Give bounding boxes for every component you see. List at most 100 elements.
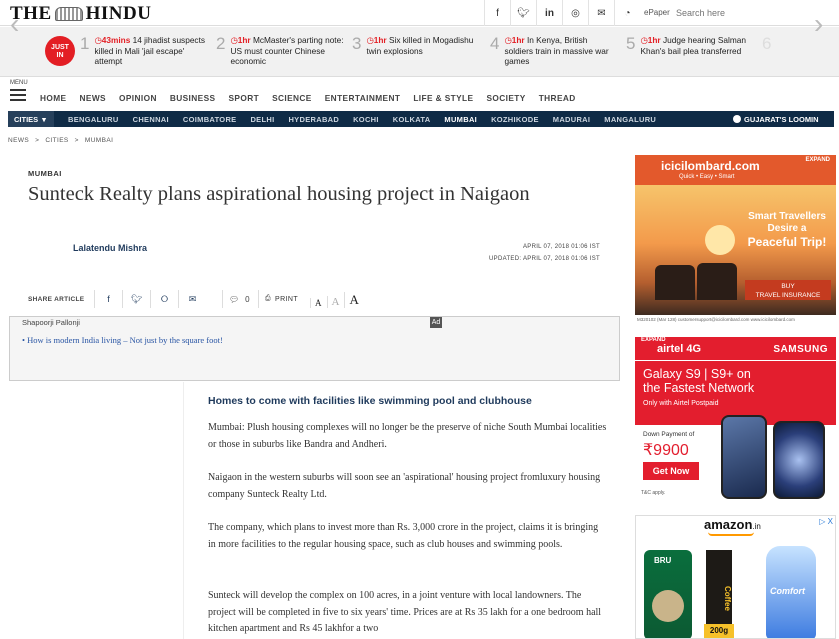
nav-item-opinion[interactable]: OPINION [119,93,157,103]
gujarat-promo-link[interactable]: GUJARAT'S LOOMIN [729,111,834,127]
font-large-button[interactable]: A [344,292,359,308]
mail-icon[interactable]: ✉ [588,0,614,26]
linkedin-icon[interactable]: in [536,0,562,26]
article-title: Sunteck Realty plans aspirational housin… [28,183,530,205]
share-twitter-icon[interactable]: 🐦︎ [122,290,150,308]
ad-expand-button[interactable]: EXPAND [805,157,830,163]
share-facebook-icon[interactable]: f [94,290,122,308]
site-logo[interactable]: THE HINDU [10,3,151,25]
city-kolkata[interactable]: KOLKATA [393,115,431,124]
printer-icon: ⎙ [265,295,271,302]
cities-bar: CITIES ▾ BENGALURU CHENNAI COIMBATORE DE… [8,111,834,127]
ticker-item[interactable]: 3 1hr Six killed in Mogadishu twin explo… [352,35,480,71]
city-bengaluru[interactable]: BENGALURU [68,115,119,124]
font-medium-button[interactable]: A [326,296,339,308]
samsung-logo: SAMSUNG [773,344,828,355]
breadcrumb-separator: > [74,137,79,144]
logo-text-hindu: HINDU [85,3,152,24]
ad-price: ₹9900 [643,442,689,459]
nav-item-home[interactable]: HOME [40,93,67,103]
sponsor-name: Shapoorji Pallonji [22,318,80,327]
cities-dropdown[interactable]: CITIES ▾ [8,111,54,127]
nav-item-science[interactable]: SCIENCE [272,93,312,103]
product-coffee[interactable]: Coffee 200g [704,550,734,638]
city-hyderabad[interactable]: HYDERABAD [288,115,339,124]
share-email-icon[interactable]: ✉ [178,290,206,308]
airtel-samsung-ad[interactable]: EXPAND airtel 4G SAMSUNG Galaxy S9 | S9+… [635,337,836,502]
comment-icon: 💬︎ [229,294,240,304]
product-comfort[interactable]: Comfort [766,546,816,638]
main-nav: HOME NEWS OPINION BUSINESS SPORT SCIENCE… [40,93,576,103]
rss-icon[interactable]: ◔ [614,0,640,26]
breadcrumb-cities[interactable]: CITIES [45,137,68,144]
coffee-cup-icon [652,590,684,622]
breadcrumb-news[interactable]: NEWS [8,137,29,144]
phone-front-image [773,421,825,499]
section-label[interactable]: MUMBAI [28,169,62,178]
ad-choices-icon[interactable]: Ad [430,317,442,328]
amazon-ad[interactable]: amazon.in ▷ X BRU Coffee 200g Comfort [635,515,836,639]
facebook-icon[interactable]: f [484,0,510,26]
breadcrumb-mumbai[interactable]: MUMBAI [85,137,113,144]
just-in-badge: JUST IN [45,36,75,66]
city-mumbai[interactable]: MUMBAI [444,115,477,124]
ticker-item[interactable]: 5 1hr Judge hearing Salman Khan's bail p… [626,35,754,71]
city-list: BENGALURU CHENNAI COIMBATORE DELHI HYDER… [68,115,656,124]
publish-date: APRIL 07, 2018 01:06 IST [522,244,600,250]
article-subhead: Homes to come with facilities like swimm… [208,395,532,407]
ad-close-icon[interactable]: ▷ X [819,517,833,526]
city-madurai[interactable]: MADURAI [553,115,591,124]
airtel-logo: airtel 4G [657,343,702,355]
city-kochi[interactable]: KOCHI [353,115,379,124]
breadcrumb-separator: > [35,137,40,144]
nav-item-entertainment[interactable]: ENTERTAINMENT [325,93,401,103]
epaper-link[interactable]: ePaper [644,8,670,17]
search-input[interactable] [670,4,832,22]
print-button[interactable]: ⎙ PRINT [258,290,298,308]
icici-lombard-ad[interactable]: icicilombard.com Quick • Easy • Smart EX… [635,155,836,325]
sponsored-link[interactable]: How is modern India living – Not just by… [22,335,223,345]
article-paragraph: The company, which plans to invest more … [208,522,599,550]
nav-item-life-style[interactable]: LIFE & STYLE [413,93,473,103]
ticker-item[interactable]: 1 43mins 14 jihadist suspects killed in … [80,35,208,71]
nav-item-society[interactable]: SOCIETY [486,93,525,103]
amazon-smile-icon [708,532,754,536]
comment-count: 0 [245,294,250,304]
instagram-icon[interactable]: ◎ [562,0,588,26]
buy-travel-insurance-button[interactable]: BUY TRAVEL INSURANCE [745,280,831,300]
comments-button[interactable]: 💬︎ 0 [222,290,250,308]
phone-back-image [721,415,767,499]
product-bru[interactable]: BRU [644,550,692,638]
city-coimbatore[interactable]: COIMBATORE [183,115,237,124]
font-size-controls: A A A [310,290,359,308]
nav-item-thread[interactable]: THREAD [539,93,576,103]
ad-brand: icicilombard.com [661,159,760,173]
chevron-left-icon[interactable]: ‹ [10,10,19,38]
ticker-item[interactable]: 2 1hr McMaster's parting note: US must c… [216,35,344,71]
city-kozhikode[interactable]: KOZHIKODE [491,115,539,124]
city-chennai[interactable]: CHENNAI [133,115,169,124]
font-small-button[interactable]: A [310,298,322,308]
article-paragraph: Naigaon in the western suburbs will soon… [208,472,601,500]
ticker-item[interactable]: 4 1hr In Kenya, British soldiers train i… [490,35,618,71]
nav-item-news[interactable]: NEWS [80,93,107,103]
nav-item-sport[interactable]: SPORT [228,93,259,103]
menu-label: MENU [10,80,28,86]
article-paragraph: Sunteck will develop the complex on 100 … [208,590,602,634]
breadcrumb: NEWS > CITIES > MUMBAI [8,137,113,144]
author-link[interactable]: Lalatendu Mishra [73,243,147,253]
get-now-button[interactable]: Get Now [643,462,699,480]
hamburger-menu-icon[interactable] [10,89,26,101]
promo-dot-icon [733,115,741,123]
twitter-icon[interactable]: 🐦︎ [510,0,536,26]
city-delhi[interactable]: DELHI [250,115,274,124]
nav-item-business[interactable]: BUSINESS [170,93,216,103]
amazon-logo: amazon.in [704,517,761,532]
chevron-down-icon: ▾ [42,114,46,124]
share-reddit-icon[interactable]: ⭘ [150,290,178,308]
ticker-item[interactable]: 6 [762,35,802,71]
left-rail [9,382,184,639]
city-mangaluru[interactable]: MANGALURU [604,115,656,124]
chevron-right-icon[interactable]: › [814,10,823,38]
updated-date: UPDATED: APRIL 07, 2018 01:06 IST [489,256,600,262]
